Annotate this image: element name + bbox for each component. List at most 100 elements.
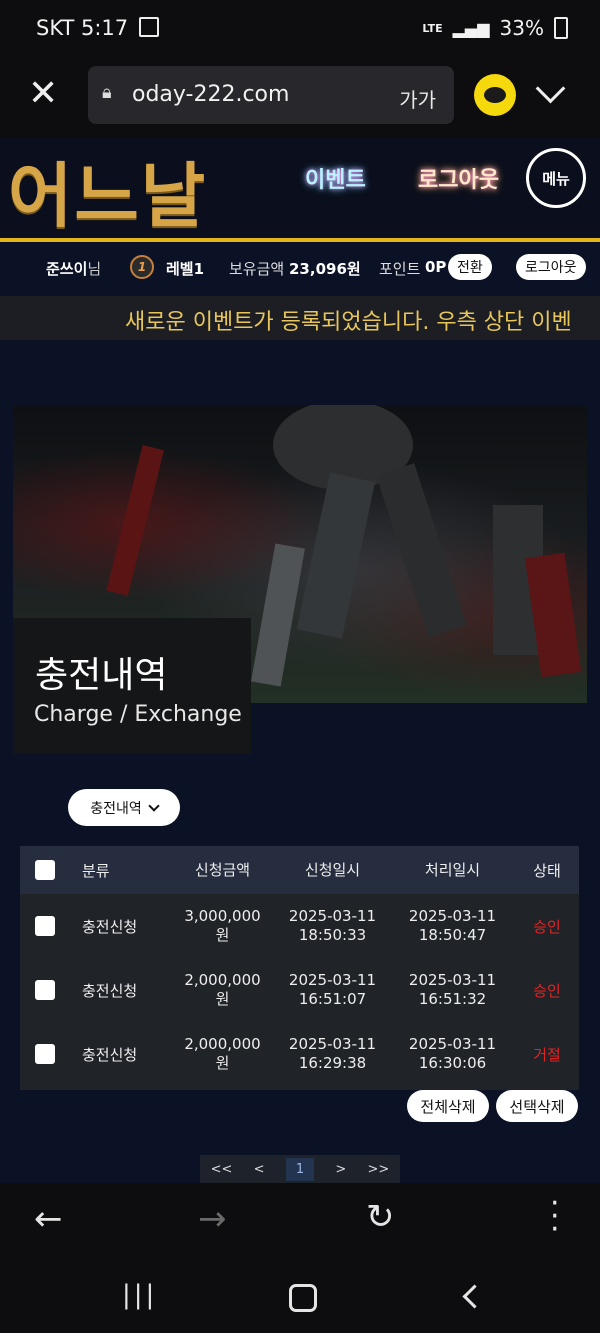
process-date: 2025-03-11 (408, 971, 497, 989)
amount-unit: 원 (215, 1054, 230, 1072)
header-status: 상태 (533, 861, 561, 880)
points-value: 0P (425, 258, 447, 276)
back-icon[interactable] (462, 1284, 487, 1309)
user-name-wrap: 준쓰이님 (46, 258, 101, 279)
page-title-box: 충전내역 Charge / Exchange (13, 618, 251, 754)
chat-icon[interactable] (474, 74, 516, 116)
refresh-icon[interactable]: ↻ (366, 1197, 395, 1237)
process-time: 16:30:06 (418, 1054, 487, 1072)
row-checkbox[interactable] (35, 1044, 55, 1064)
row-checkbox[interactable] (35, 980, 55, 1000)
address-bar[interactable]: 🔒︎ oday-222.com 가가 (88, 66, 454, 124)
gallery-icon (138, 17, 159, 37)
last-page-button[interactable]: >> (368, 1162, 390, 1177)
header-request-date: 신청일시 (304, 860, 361, 879)
site-header: 어느날 이벤트 로그아웃 메뉴 (0, 138, 600, 238)
table-header: 분류 신청금액 신청일시 처리일시 상태 (20, 846, 579, 894)
browser-toolbar: ✕ 🔒︎ oday-222.com 가가 (0, 60, 600, 138)
nav-logout-link[interactable]: 로그아웃 (418, 162, 499, 194)
next-page-button[interactable]: > (335, 1162, 346, 1177)
back-arrow-icon[interactable]: ← (34, 1199, 63, 1239)
user-suffix: 님 (87, 260, 102, 278)
status-badge: 거절 (533, 1045, 561, 1064)
request-date: 2025-03-11 (288, 1035, 377, 1053)
row-process-date: 2025-03-11 18:50:47 (390, 907, 515, 945)
row-request-date: 2025-03-11 18:50:33 (275, 907, 390, 945)
balance-label: 보유금액 (229, 260, 285, 278)
signal-icon: ▂▄▆ (452, 18, 490, 38)
more-options-icon[interactable]: · · · (550, 1189, 560, 1245)
user-info-bar: 준쓰이님 1 레벨1 보유금액 23,096원 포인트 0P 전환 로그아웃 (0, 242, 600, 296)
battery-icon (554, 17, 568, 39)
prev-page-button[interactable]: < (254, 1162, 265, 1177)
page-subtitle: Charge / Exchange (34, 702, 242, 727)
row-checkbox[interactable] (35, 916, 55, 936)
pagination: << < 1 > >> (200, 1155, 400, 1183)
row-request-date: 2025-03-11 16:51:07 (275, 971, 390, 1009)
header-amount: 신청금액 (194, 860, 251, 879)
process-time: 16:51:32 (418, 990, 487, 1008)
level-badge-number: 1 (137, 260, 147, 274)
table-row: 충전신청 2,000,000 원 2025-03-11 16:29:38 2025-… (20, 1022, 579, 1086)
status-badge: 승인 (533, 981, 561, 1000)
request-time: 16:29:38 (298, 1054, 367, 1072)
user-level: 레벨1 (166, 260, 205, 278)
home-icon[interactable] (289, 1284, 317, 1312)
status-bar: SKT 5:17 LTE ▂▄▆ 33% (0, 0, 600, 60)
row-type: 충전신청 (82, 917, 138, 936)
select-all-checkbox[interactable] (35, 860, 55, 880)
row-amount: 3,000,000 원 (170, 907, 275, 945)
nav-event-link[interactable]: 이벤트 (305, 162, 366, 194)
battery-text: 33% (499, 16, 544, 40)
charge-history-table: 분류 신청금액 신청일시 처리일시 상태 충전신청 3,000,000 원 202… (20, 846, 579, 1090)
close-icon[interactable]: ✕ (28, 74, 58, 114)
process-time: 18:50:47 (418, 926, 487, 944)
level-badge-icon: 1 (130, 255, 154, 279)
dropdown-label: 충전내역 (90, 800, 142, 817)
balance-value: 23,096원 (289, 260, 361, 278)
notice-text: 새로운 이벤트가 등록되었습니다. 우측 상단 이벤 (125, 310, 572, 335)
process-date: 2025-03-11 (408, 907, 497, 925)
amount-value: 2,000,000 (184, 971, 261, 989)
history-type-dropdown[interactable]: 충전내역 (68, 789, 180, 826)
system-navigation-bar: ||| (0, 1258, 600, 1333)
notice-marquee: 새로운 이벤트가 등록되었습니다. 우측 상단 이벤 (0, 296, 600, 340)
amount-unit: 원 (215, 990, 230, 1008)
site-logo[interactable]: 어느날 (8, 140, 207, 241)
recent-apps-icon[interactable]: ||| (122, 1280, 157, 1310)
request-date: 2025-03-11 (288, 907, 377, 925)
carrier: SKT (36, 16, 75, 40)
row-amount: 2,000,000 원 (170, 971, 275, 1009)
amount-value: 2,000,000 (184, 1035, 261, 1053)
table-body: 충전신청 3,000,000 원 2025-03-11 18:50:33 2025-… (20, 894, 579, 1090)
text-size-toggle[interactable]: 가가 (399, 84, 436, 113)
status-right: LTE ▂▄▆ 33% (422, 16, 568, 40)
user-name: 준쓰이 (46, 260, 88, 278)
browser-bottom-bar: ← → ↻ · · · (0, 1183, 600, 1258)
logout-button[interactable]: 로그아웃 (516, 254, 586, 280)
menu-button[interactable]: 메뉴 (526, 148, 586, 208)
url-text[interactable]: oday-222.com (132, 82, 289, 107)
row-process-date: 2025-03-11 16:30:06 (390, 1035, 515, 1073)
first-page-button[interactable]: << (211, 1162, 233, 1177)
row-type: 충전신청 (82, 1045, 138, 1064)
forward-arrow-icon[interactable]: → (198, 1199, 227, 1239)
request-time: 18:50:33 (298, 926, 367, 944)
network-label: LTE (422, 21, 443, 35)
row-type: 충전신청 (82, 981, 138, 1000)
lock-icon: 🔒︎ (102, 82, 112, 103)
status-badge: 승인 (533, 917, 561, 936)
row-process-date: 2025-03-11 16:51:32 (390, 971, 515, 1009)
header-type: 분류 (82, 861, 110, 880)
clock: 5:17 (81, 16, 129, 40)
chevron-down-icon (148, 799, 160, 812)
row-request-date: 2025-03-11 16:29:38 (275, 1035, 390, 1073)
delete-all-button[interactable]: 전체삭제 (407, 1090, 489, 1122)
convert-button[interactable]: 전환 (448, 254, 492, 280)
page-title: 충전내역 (35, 655, 168, 696)
current-page[interactable]: 1 (285, 1157, 315, 1181)
chevron-down-icon[interactable] (535, 73, 566, 104)
request-date: 2025-03-11 (288, 971, 377, 989)
delete-selected-button[interactable]: 선택삭제 (496, 1090, 578, 1122)
request-time: 16:51:07 (298, 990, 367, 1008)
